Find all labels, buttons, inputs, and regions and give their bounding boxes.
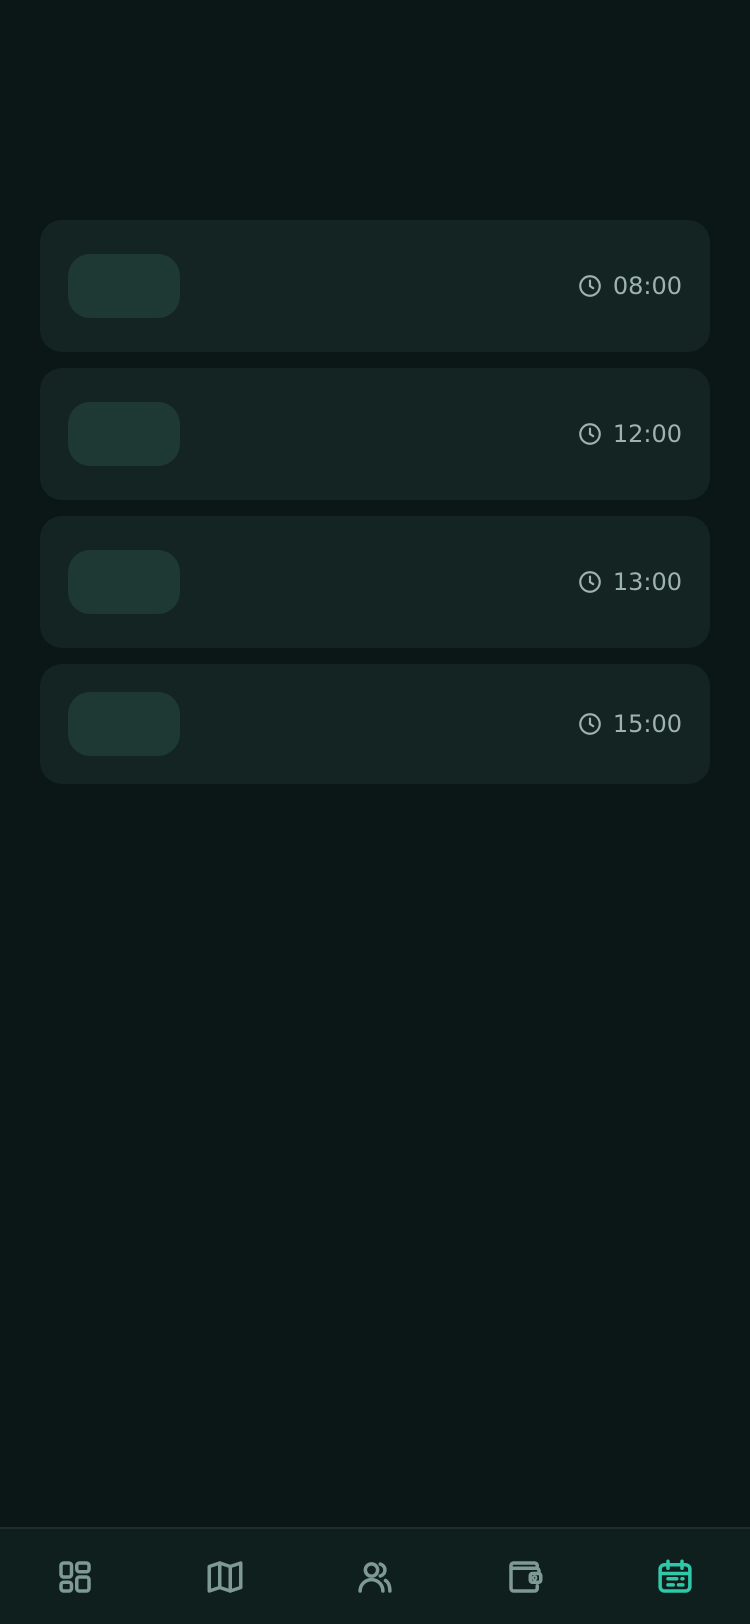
nav-calendar[interactable]	[645, 1547, 705, 1607]
calendar-icon	[658, 1559, 692, 1593]
clock-icon	[578, 713, 601, 735]
schedule-list: 08:00 12:00 13:00 15:00	[40, 220, 710, 800]
placeholder-pill	[68, 550, 180, 614]
time-label: 08:00	[577, 220, 682, 352]
nav-dashboard[interactable]	[45, 1547, 105, 1607]
schedule-item[interactable]: 08:00	[40, 220, 710, 352]
placeholder-pill	[68, 402, 180, 466]
map-icon	[207, 1560, 243, 1593]
nav-wallet[interactable]	[495, 1547, 555, 1607]
wallet-icon	[509, 1560, 543, 1593]
schedule-item[interactable]: 12:00	[40, 368, 710, 500]
bottom-navigation	[0, 1527, 750, 1624]
time-text: 15:00	[612, 710, 682, 738]
users-icon	[358, 1561, 392, 1593]
placeholder-pill	[68, 692, 180, 756]
clock-icon	[578, 571, 601, 593]
time-label: 12:00	[577, 368, 682, 500]
nav-map[interactable]	[195, 1547, 255, 1607]
time-text: 12:00	[612, 420, 682, 448]
nav-users[interactable]	[345, 1547, 405, 1607]
time-label: 15:00	[577, 664, 682, 784]
time-text: 13:00	[612, 568, 682, 596]
time-label: 13:00	[577, 516, 682, 648]
clock-icon	[578, 423, 601, 445]
clock-icon	[578, 275, 601, 297]
time-text: 08:00	[612, 272, 682, 300]
schedule-item[interactable]: 15:00	[40, 664, 710, 784]
dashboard-icon	[59, 1560, 91, 1593]
placeholder-pill	[68, 254, 180, 318]
schedule-item[interactable]: 13:00	[40, 516, 710, 648]
